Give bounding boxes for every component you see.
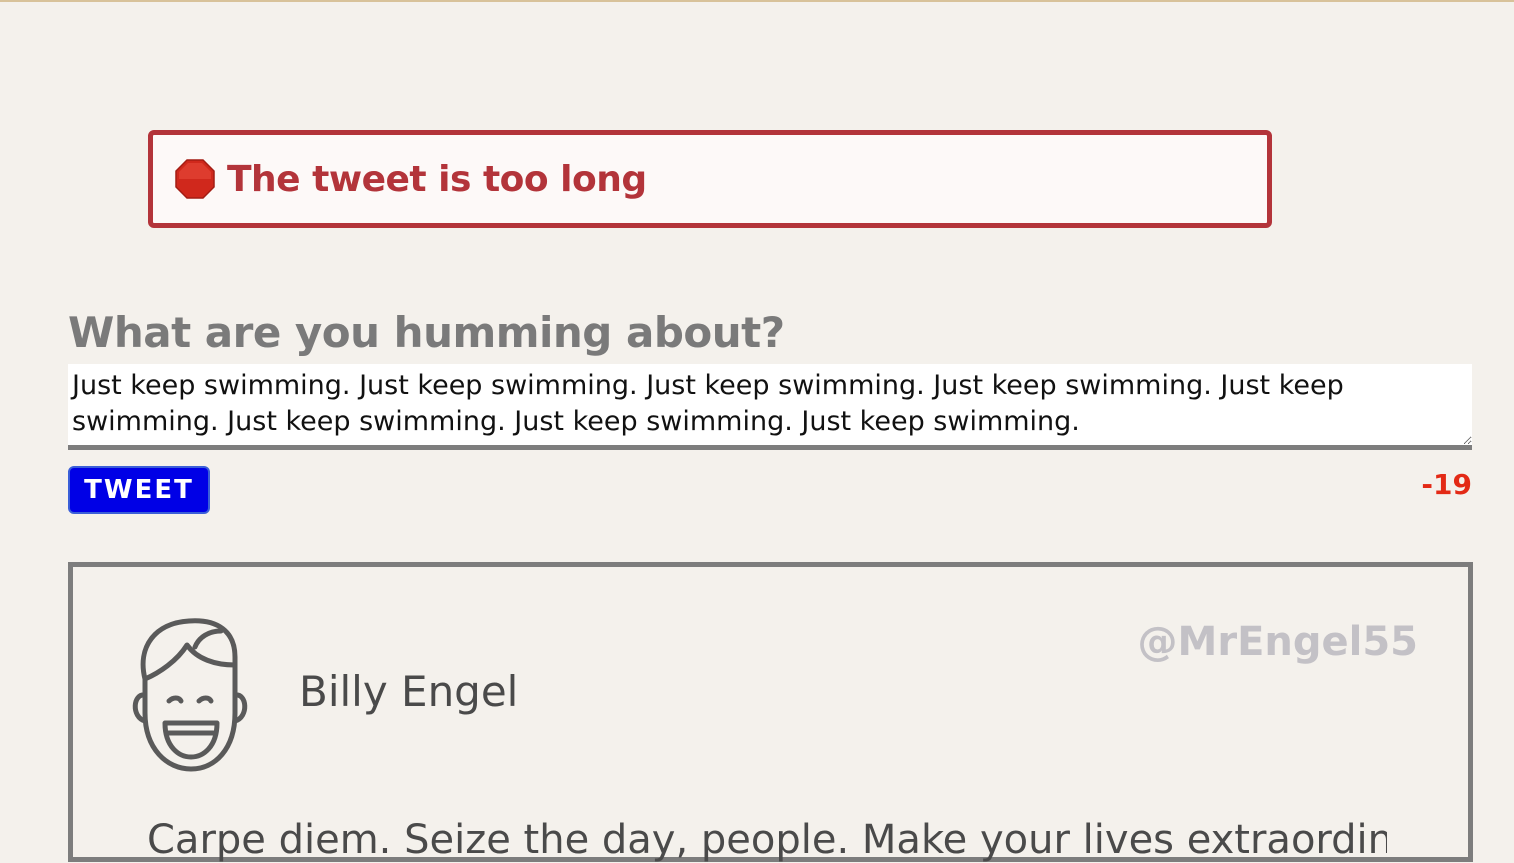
smiling-face-icon	[132, 618, 248, 772]
author-name: Billy Engel	[299, 667, 519, 716]
error-message: The tweet is too long	[227, 158, 647, 200]
character-counter: -19	[1421, 468, 1472, 501]
error-alert: The tweet is too long	[148, 130, 1272, 228]
tweet-card: Billy Engel @MrEngel55 Carpe diem. Seize…	[68, 562, 1473, 863]
tweet-button[interactable]: TWEET	[68, 466, 210, 514]
tweet-text: Carpe diem. Seize the day, people. Make …	[147, 817, 1387, 863]
top-divider	[0, 0, 1514, 2]
author-handle[interactable]: @MrEngel55	[1138, 619, 1418, 665]
stop-sign-icon	[175, 159, 215, 199]
tweet-input[interactable]: Just keep swimming. Just keep swimming. …	[68, 364, 1472, 450]
composer-prompt: What are you humming about?	[68, 308, 785, 357]
